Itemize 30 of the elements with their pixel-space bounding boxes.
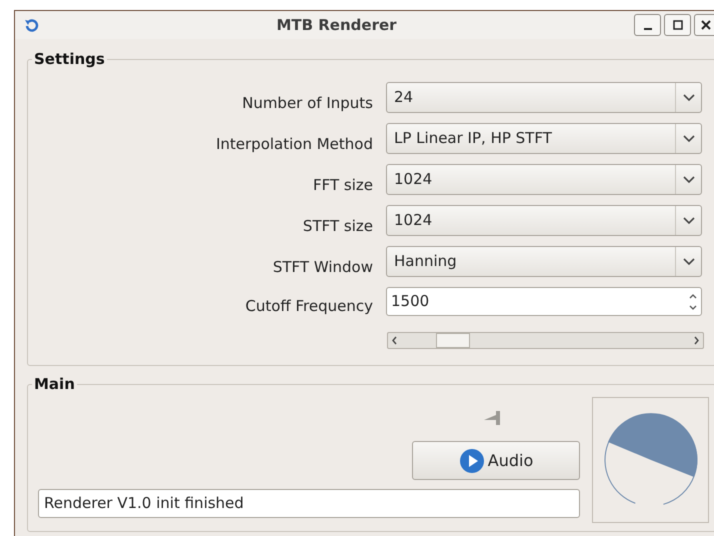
window-title: MTB Renderer	[275, 14, 398, 36]
field-label: STFT size	[302, 216, 373, 236]
close-icon	[700, 20, 710, 30]
scroll-thumb[interactable]	[436, 333, 470, 348]
refresh-icon	[23, 17, 39, 33]
field-label: Number of Inputs	[241, 93, 373, 113]
minimize-button[interactable]	[634, 14, 661, 36]
audio-button[interactable]: Audio	[412, 441, 580, 480]
chevron-down-icon	[682, 216, 694, 224]
number-field[interactable]: 1500	[386, 287, 702, 316]
chevron-down-icon	[682, 134, 694, 142]
scroll-bar[interactable]	[387, 332, 704, 349]
dropdown[interactable]: Hanning	[386, 246, 702, 277]
maximize-button[interactable]	[664, 14, 691, 36]
field-label: FFT size	[312, 175, 373, 195]
field-label: Interpolation Method	[214, 134, 373, 154]
chevron-down-icon	[682, 258, 694, 266]
dropdown[interactable]: 1024	[386, 164, 702, 195]
status-field[interactable]: Renderer V1.0 init finished	[38, 489, 580, 518]
dropdown[interactable]: 24	[386, 82, 702, 113]
dropdown[interactable]: LP Linear IP, HP STFT	[386, 123, 702, 154]
field-label: Cutoff Frequency	[244, 296, 373, 316]
close-button[interactable]	[694, 14, 714, 36]
chevron-down-icon	[682, 94, 694, 102]
maximize-icon	[672, 20, 682, 30]
play-icon	[458, 448, 485, 474]
field-label: STFT Window	[272, 257, 373, 277]
chevron-down-icon	[682, 176, 694, 184]
dropdown[interactable]: 1024	[386, 205, 702, 236]
minimize-icon	[644, 28, 652, 30]
